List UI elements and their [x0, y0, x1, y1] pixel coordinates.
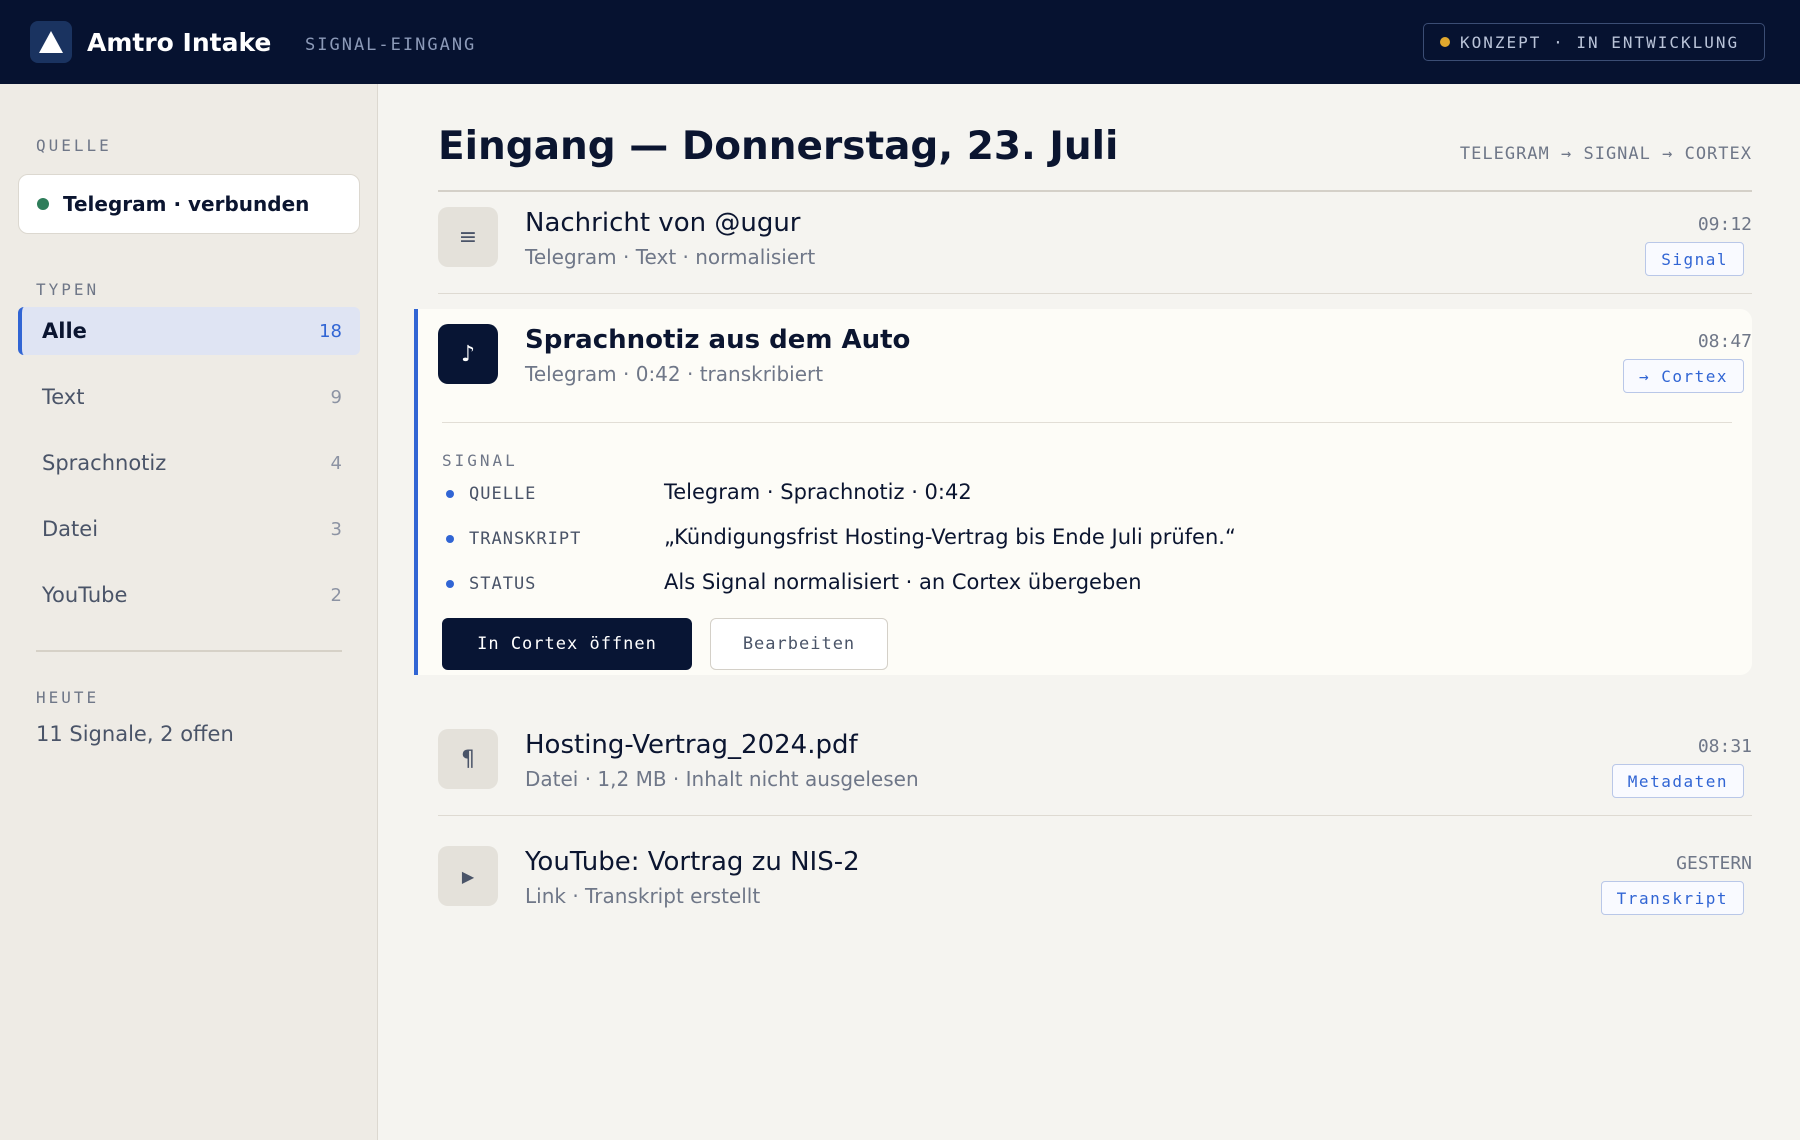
item-tag[interactable]: Signal: [1645, 242, 1744, 276]
sidebar-item-count: 4: [330, 452, 342, 474]
sidebar-item-sprachnotiz[interactable]: Sprachnotiz 4: [18, 439, 360, 487]
sidebar-item-youtube[interactable]: YouTube 2: [18, 571, 360, 619]
edit-button[interactable]: Bearbeiten: [710, 618, 888, 670]
text-icon: ≡: [438, 207, 498, 267]
title-divider: [438, 190, 1752, 192]
detail-key: STATUS: [469, 574, 537, 594]
detail-value: Telegram · Sprachnotiz · 0:42: [664, 480, 972, 504]
item-tag[interactable]: Transkript: [1600, 881, 1744, 915]
item-title: Nachricht von @ugur: [525, 208, 801, 238]
app-subtitle: SIGNAL-EINGANG: [305, 35, 477, 55]
detail-row-transkript: TRANSKRIPT „Kündigungsfrist Hosting-Vert…: [442, 525, 1722, 553]
item-tag[interactable]: Metadaten: [1611, 764, 1744, 798]
status-dot-icon: [1440, 37, 1450, 47]
item-time: 09:12: [1697, 214, 1752, 235]
detail-key: TRANSKRIPT: [469, 529, 582, 549]
item-time: GESTERN: [1676, 853, 1752, 874]
sidebar-item-count: 3: [330, 518, 342, 540]
sidebar-item-count: 9: [330, 386, 342, 408]
sidebar-item-text[interactable]: Text 9: [18, 373, 360, 421]
status-badge: KONZEPT · IN ENTWICKLUNG: [1423, 23, 1765, 61]
item-meta: Datei · 1,2 MB · Inhalt nicht ausgelesen: [525, 767, 919, 791]
expanded-signal-card[interactable]: ♪ Sprachnotiz aus dem Auto Telegram · 0:…: [414, 309, 1752, 675]
app-logo-icon: [30, 21, 72, 63]
item-title: YouTube: Vortrag zu NIS-2: [525, 847, 860, 877]
sidebar-item-label: Datei: [42, 517, 99, 541]
bullet-icon: [446, 535, 454, 543]
item-meta: Link · Transkript erstellt: [525, 884, 761, 908]
sidebar-item-count: 18: [319, 320, 342, 342]
item-meta: Telegram · Text · normalisiert: [525, 245, 816, 269]
detail-key: QUELLE: [469, 484, 537, 504]
sidebar-item-alle[interactable]: Alle 18: [18, 307, 360, 355]
sidebar-divider: [36, 650, 342, 652]
item-time: 08:47: [1697, 331, 1752, 352]
today-summary: 11 Signale, 2 offen: [36, 722, 234, 746]
music-note-icon: ♪: [438, 324, 498, 384]
app-name: Amtro Intake: [87, 28, 272, 57]
card-divider: [442, 422, 1732, 423]
list-item[interactable]: ≡ Nachricht von @ugur Telegram · Text · …: [438, 207, 1752, 294]
play-icon: ▶: [438, 846, 498, 906]
row-divider: [438, 293, 1752, 294]
sidebar-item-datei[interactable]: Datei 3: [18, 505, 360, 553]
sidebar-item-count: 2: [330, 584, 342, 606]
top-bar: Amtro Intake SIGNAL-EINGANG KONZEPT · IN…: [0, 0, 1800, 84]
pipeline-breadcrumb: TELEGRAM → SIGNAL → CORTEX: [1459, 144, 1752, 164]
types-section-label: TYPEN: [36, 280, 100, 299]
item-meta: Telegram · 0:42 · transkribiert: [525, 362, 824, 386]
sidebar-item-label: YouTube: [42, 583, 128, 607]
sidebar-item-label: Text: [42, 385, 85, 409]
status-text: KONZEPT · IN ENTWICKLUNG: [1460, 32, 1740, 52]
sidebar-item-label: Sprachnotiz: [42, 451, 167, 475]
bullet-icon: [446, 580, 454, 588]
sidebar: QUELLE Telegram · verbunden TYPEN Alle 1…: [0, 84, 378, 1140]
detail-row-quelle: QUELLE Telegram · Sprachnotiz · 0:42: [442, 480, 1722, 508]
source-section-label: QUELLE: [36, 136, 112, 155]
list-item[interactable]: ▶ YouTube: Vortrag zu NIS-2 Link · Trans…: [438, 846, 1752, 932]
item-tag[interactable]: → Cortex: [1622, 359, 1744, 393]
today-section-label: HEUTE: [36, 688, 100, 707]
signal-section-label: SIGNAL: [442, 451, 518, 470]
source-card[interactable]: Telegram · verbunden: [18, 174, 360, 234]
list-item[interactable]: ¶ Hosting-Vertrag_2024.pdf Datei · 1,2 M…: [438, 729, 1752, 816]
detail-value: „Kündigungsfrist Hosting-Vertrag bis End…: [664, 525, 1236, 549]
open-in-cortex-button[interactable]: In Cortex öffnen: [442, 618, 692, 670]
connected-dot-icon: [37, 198, 49, 210]
pilcrow-icon: ¶: [438, 729, 498, 789]
detail-value: Als Signal normalisiert · an Cortex über…: [664, 570, 1142, 594]
page-title: Eingang — Donnerstag, 23. Juli: [438, 124, 1119, 169]
source-status: Telegram · verbunden: [63, 192, 310, 216]
item-time: 08:31: [1697, 736, 1752, 757]
item-title: Hosting-Vertrag_2024.pdf: [525, 730, 858, 760]
row-divider: [438, 815, 1752, 816]
sidebar-item-label: Alle: [42, 319, 87, 343]
bullet-icon: [446, 490, 454, 498]
item-title: Sprachnotiz aus dem Auto: [525, 325, 911, 355]
detail-row-status: STATUS Als Signal normalisiert · an Cort…: [442, 570, 1722, 598]
